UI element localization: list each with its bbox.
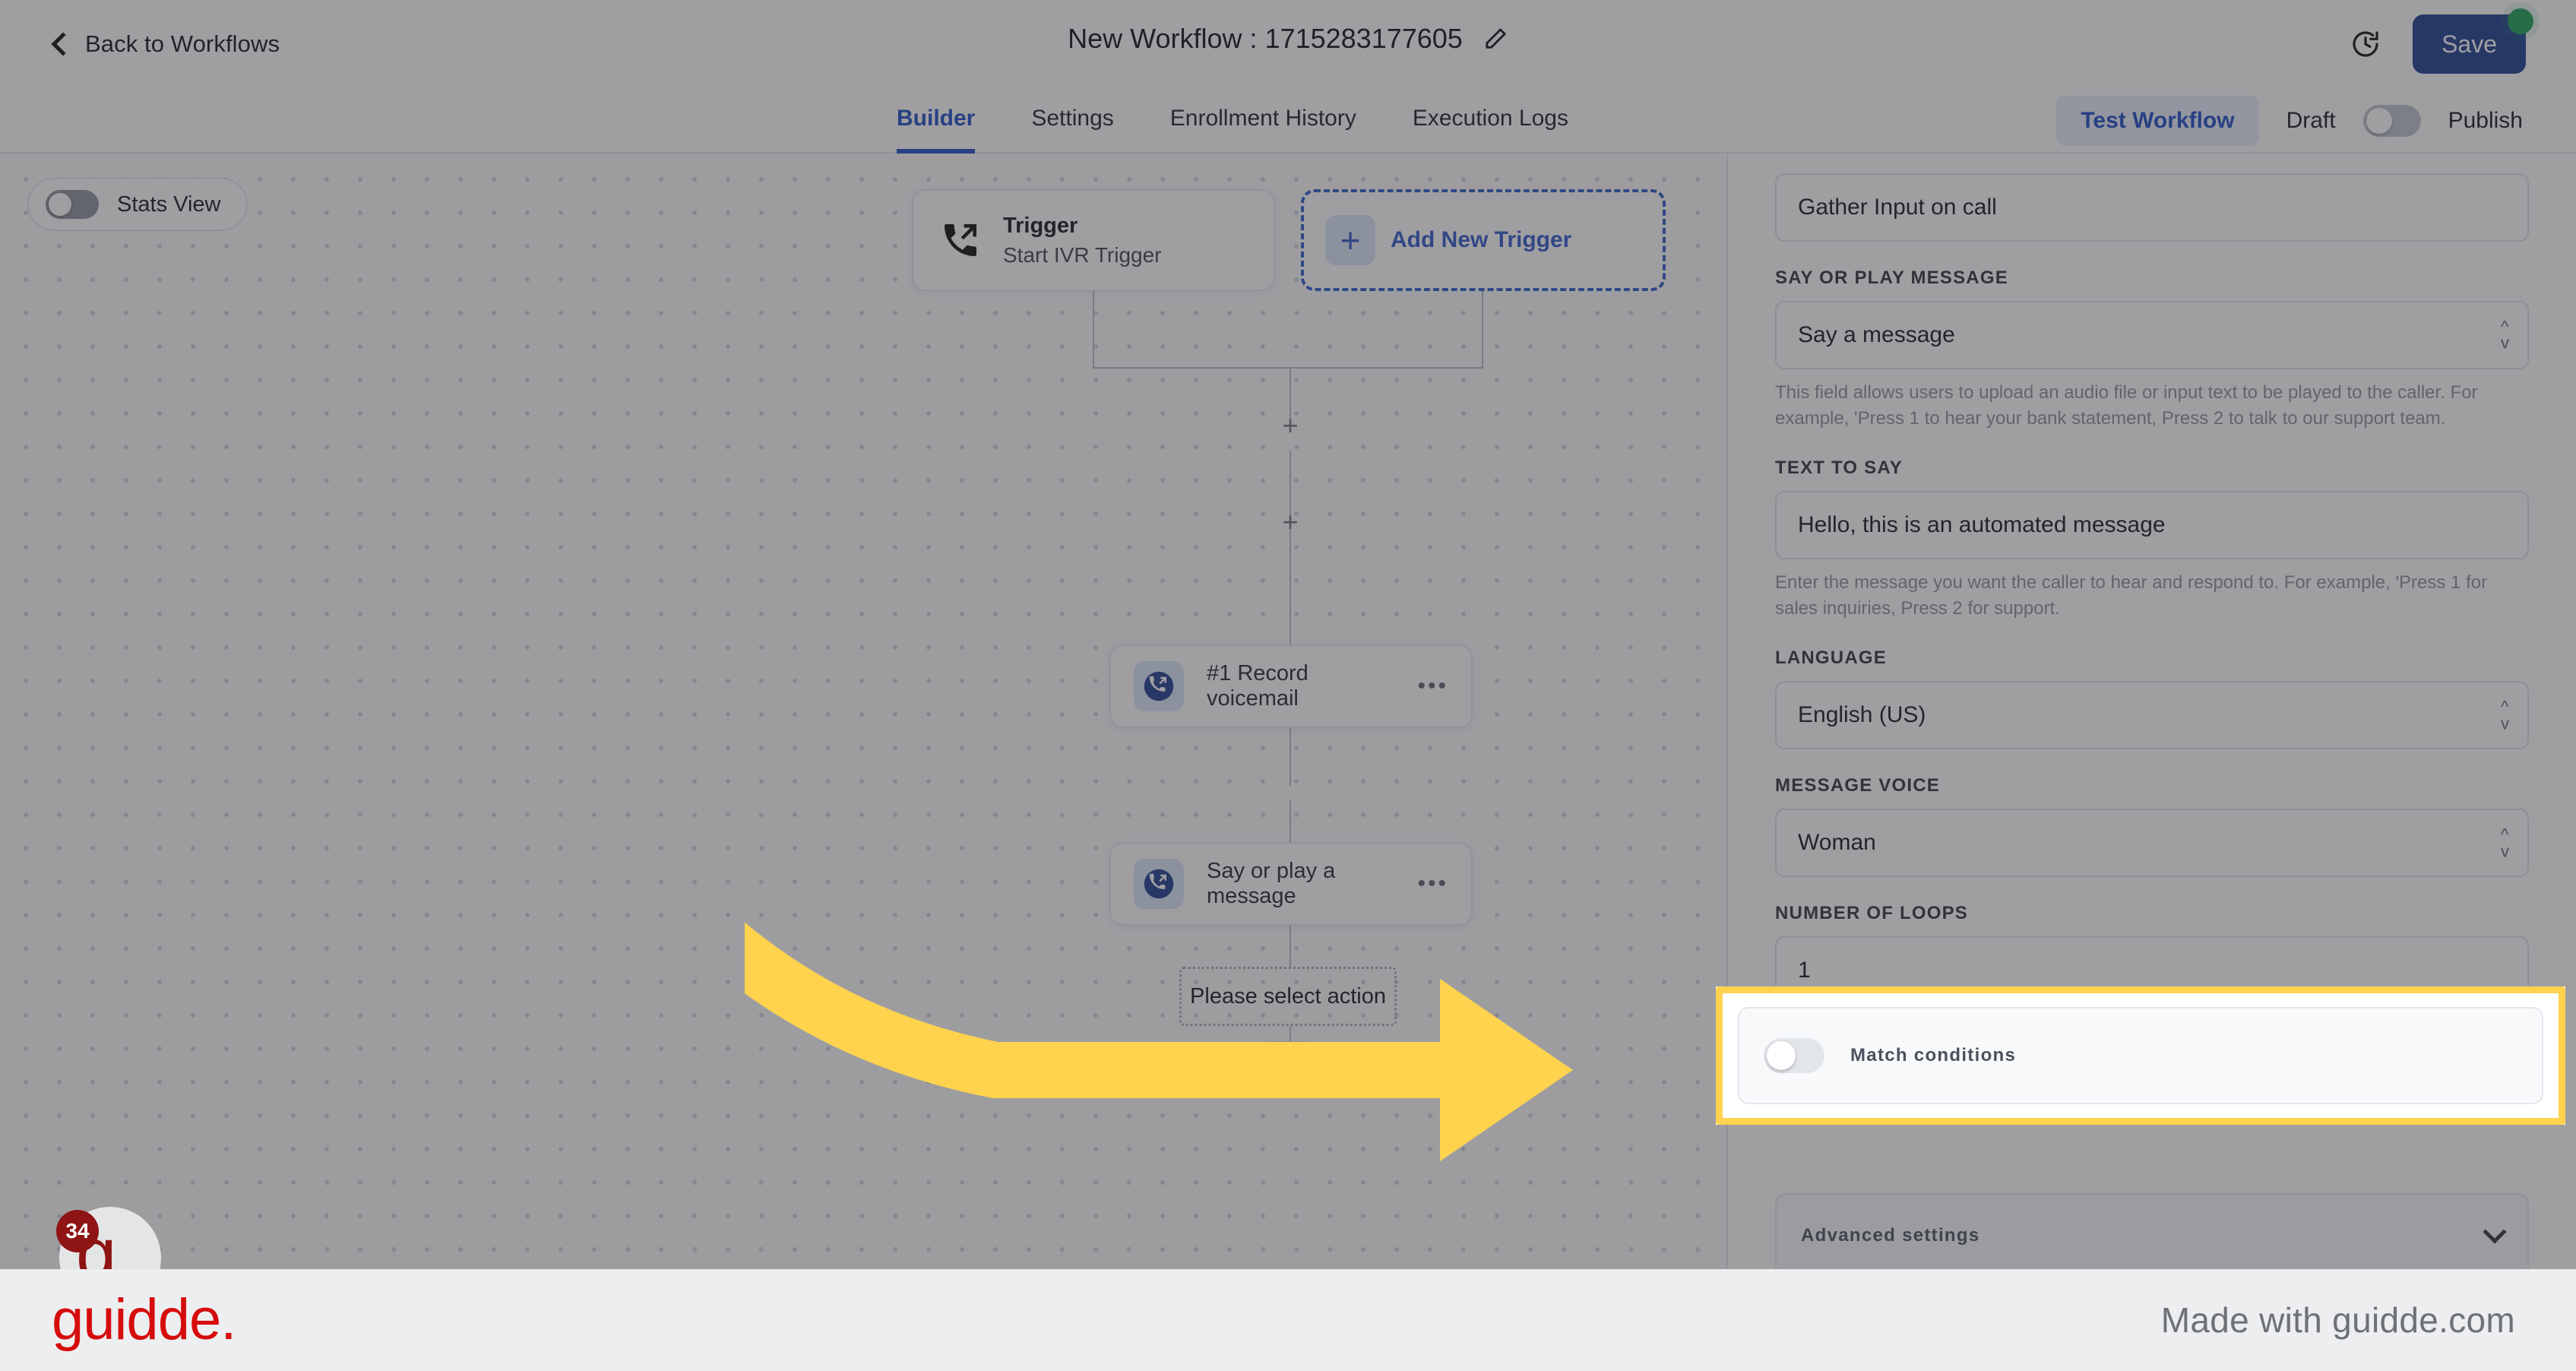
add-new-trigger-label: Add New Trigger [1391,227,1572,252]
screen-root: Back to Workflows New Workflow : 1715283… [0,0,2576,1371]
text-to-say-help: Enter the message you want the caller to… [1775,572,2488,619]
chevron-down-icon [2483,1220,2507,1244]
tab-settings[interactable]: Settings [1031,88,1113,154]
recorder-badge-count: 34 [56,1210,99,1252]
tab-bar: Builder Settings Enrollment History Exec… [0,88,2576,154]
draft-label: Draft [2286,108,2336,133]
language-label: Language [1775,648,1887,669]
match-conditions-highlight: Match conditions [1716,986,2565,1125]
draft-publish-toggle[interactable] [2362,105,2421,137]
text-to-say-group: Text to say Hello, this is an automated … [1775,458,2529,622]
language-group: Language English (US) ^ v [1775,648,2529,750]
match-conditions-toggle[interactable] [1764,1038,1824,1073]
say-or-play-label: Say or play message [1775,268,2008,288]
say-or-play-select[interactable]: Say a message ^ v [1775,301,2529,369]
page-title: New Workflow : 1715283177605 [1068,23,1463,54]
plus-icon: + [1325,215,1375,265]
add-new-trigger-button[interactable]: + Add New Trigger [1301,189,1666,291]
clock-history-icon[interactable] [2350,29,2381,59]
add-step-button-1[interactable]: + [1279,412,1302,439]
back-to-workflows-label: Back to Workflows [85,30,280,57]
trigger-node[interactable]: Trigger Start IVR Trigger [912,189,1275,291]
edge-addtrigger-down [1482,291,1483,368]
top-bar-actions: Save [2350,8,2533,74]
edge-to-say [1290,799,1291,842]
message-voice-value: Woman [1798,830,1876,856]
stats-view-switch[interactable] [46,190,99,219]
match-conditions-row[interactable]: Match conditions [1738,1007,2543,1104]
brand-bar: guidde. Made with guidde.com [0,1269,2576,1371]
message-voice-group: Message voice Woman ^ v [1775,775,2529,878]
chevron-updown-icon: ^ v [2501,825,2509,861]
stats-view-toggle[interactable]: Stats View [27,178,248,231]
trigger-node-text: Trigger Start IVR Trigger [1003,214,1162,268]
phone-forwarded-icon [1134,661,1184,711]
edge-record-down [1290,728,1291,786]
message-voice-label: Message voice [1775,775,1940,796]
made-with-guidde-label: Made with guidde.com [2160,1300,2515,1340]
tab-bar-actions: Test Workflow Draft Publish [2056,88,2523,154]
chevron-updown-icon: ^ v [2501,697,2509,733]
tab-execution-logs[interactable]: Execution Logs [1413,88,1568,154]
ellipsis-icon[interactable]: ••• [1417,675,1448,698]
stats-view-label: Stats View [117,192,221,217]
advanced-settings-row[interactable]: Advanced settings [1775,1193,2529,1269]
edge-to-record [1290,450,1291,644]
select-action-placeholder[interactable]: Please select action [1179,967,1397,1026]
edge-trigger-down [1093,291,1094,368]
end-node: End [1250,1041,1324,1082]
top-bar: Back to Workflows New Workflow : 1715283… [0,0,2576,88]
number-of-loops-label: Number of loops [1775,903,1969,924]
toggle-knob [1767,1041,1796,1070]
action-node-label: Say or play a message [1207,859,1336,908]
workflow-canvas[interactable]: Stats View Trigger Start IVR Trigger + A… [0,154,1726,1269]
edge-join-horizontal [1093,367,1483,369]
match-conditions-label: Match conditions [1850,1045,2017,1065]
language-select[interactable]: English (US) ^ v [1775,681,2529,750]
say-or-play-value: Say a message [1798,322,1955,347]
workflow-title-group: New Workflow : 1715283177605 [1068,23,1508,55]
chevron-left-icon [51,32,75,56]
action-node-record-voicemail[interactable]: #1 Record voicemail ••• [1109,644,1473,728]
say-or-play-help: This field allows users to upload an aud… [1775,382,2478,429]
language-value: English (US) [1798,702,1926,728]
chevron-updown-icon: ^ v [2501,317,2509,353]
toggle-knob [2366,108,2392,134]
action-node-label: #1 Record voicemail [1207,661,1309,711]
phone-forwarded-icon [1134,859,1184,909]
trigger-node-title: Trigger [1003,213,1078,238]
back-to-workflows-button[interactable]: Back to Workflows [51,30,280,58]
edge-say-down [1290,926,1291,967]
tab-list: Builder Settings Enrollment History Exec… [897,88,1568,154]
message-voice-select[interactable]: Woman ^ v [1775,809,2529,878]
test-workflow-button[interactable]: Test Workflow [2056,96,2259,146]
text-to-say-input[interactable]: Hello, this is an automated message [1775,491,2529,560]
tab-enrollment-history[interactable]: Enrollment History [1170,88,1356,154]
toggle-knob [49,193,71,216]
phone-forwarded-icon [939,219,982,261]
text-to-say-label: Text to say [1775,458,1903,479]
say-or-play-group: Say or play message Say a message ^ v Thi… [1775,268,2529,432]
unsaved-changes-dot-icon [2508,8,2533,34]
action-name-input[interactable]: Gather Input on call [1775,173,2529,242]
action-node-say-or-play-message[interactable]: Say or play a message ••• [1109,842,1473,926]
ellipsis-icon[interactable]: ••• [1417,872,1448,895]
tab-builder[interactable]: Builder [897,88,976,154]
pencil-icon[interactable] [1483,26,1508,52]
add-step-button-2[interactable]: + [1279,508,1302,536]
guidde-logo: guidde. [52,1287,236,1352]
save-button-wrapper: Save [2413,8,2533,74]
advanced-settings-label: Advanced settings [1801,1225,1980,1246]
trigger-node-subtitle: Start IVR Trigger [1003,242,1162,267]
publish-label: Publish [2448,108,2523,133]
